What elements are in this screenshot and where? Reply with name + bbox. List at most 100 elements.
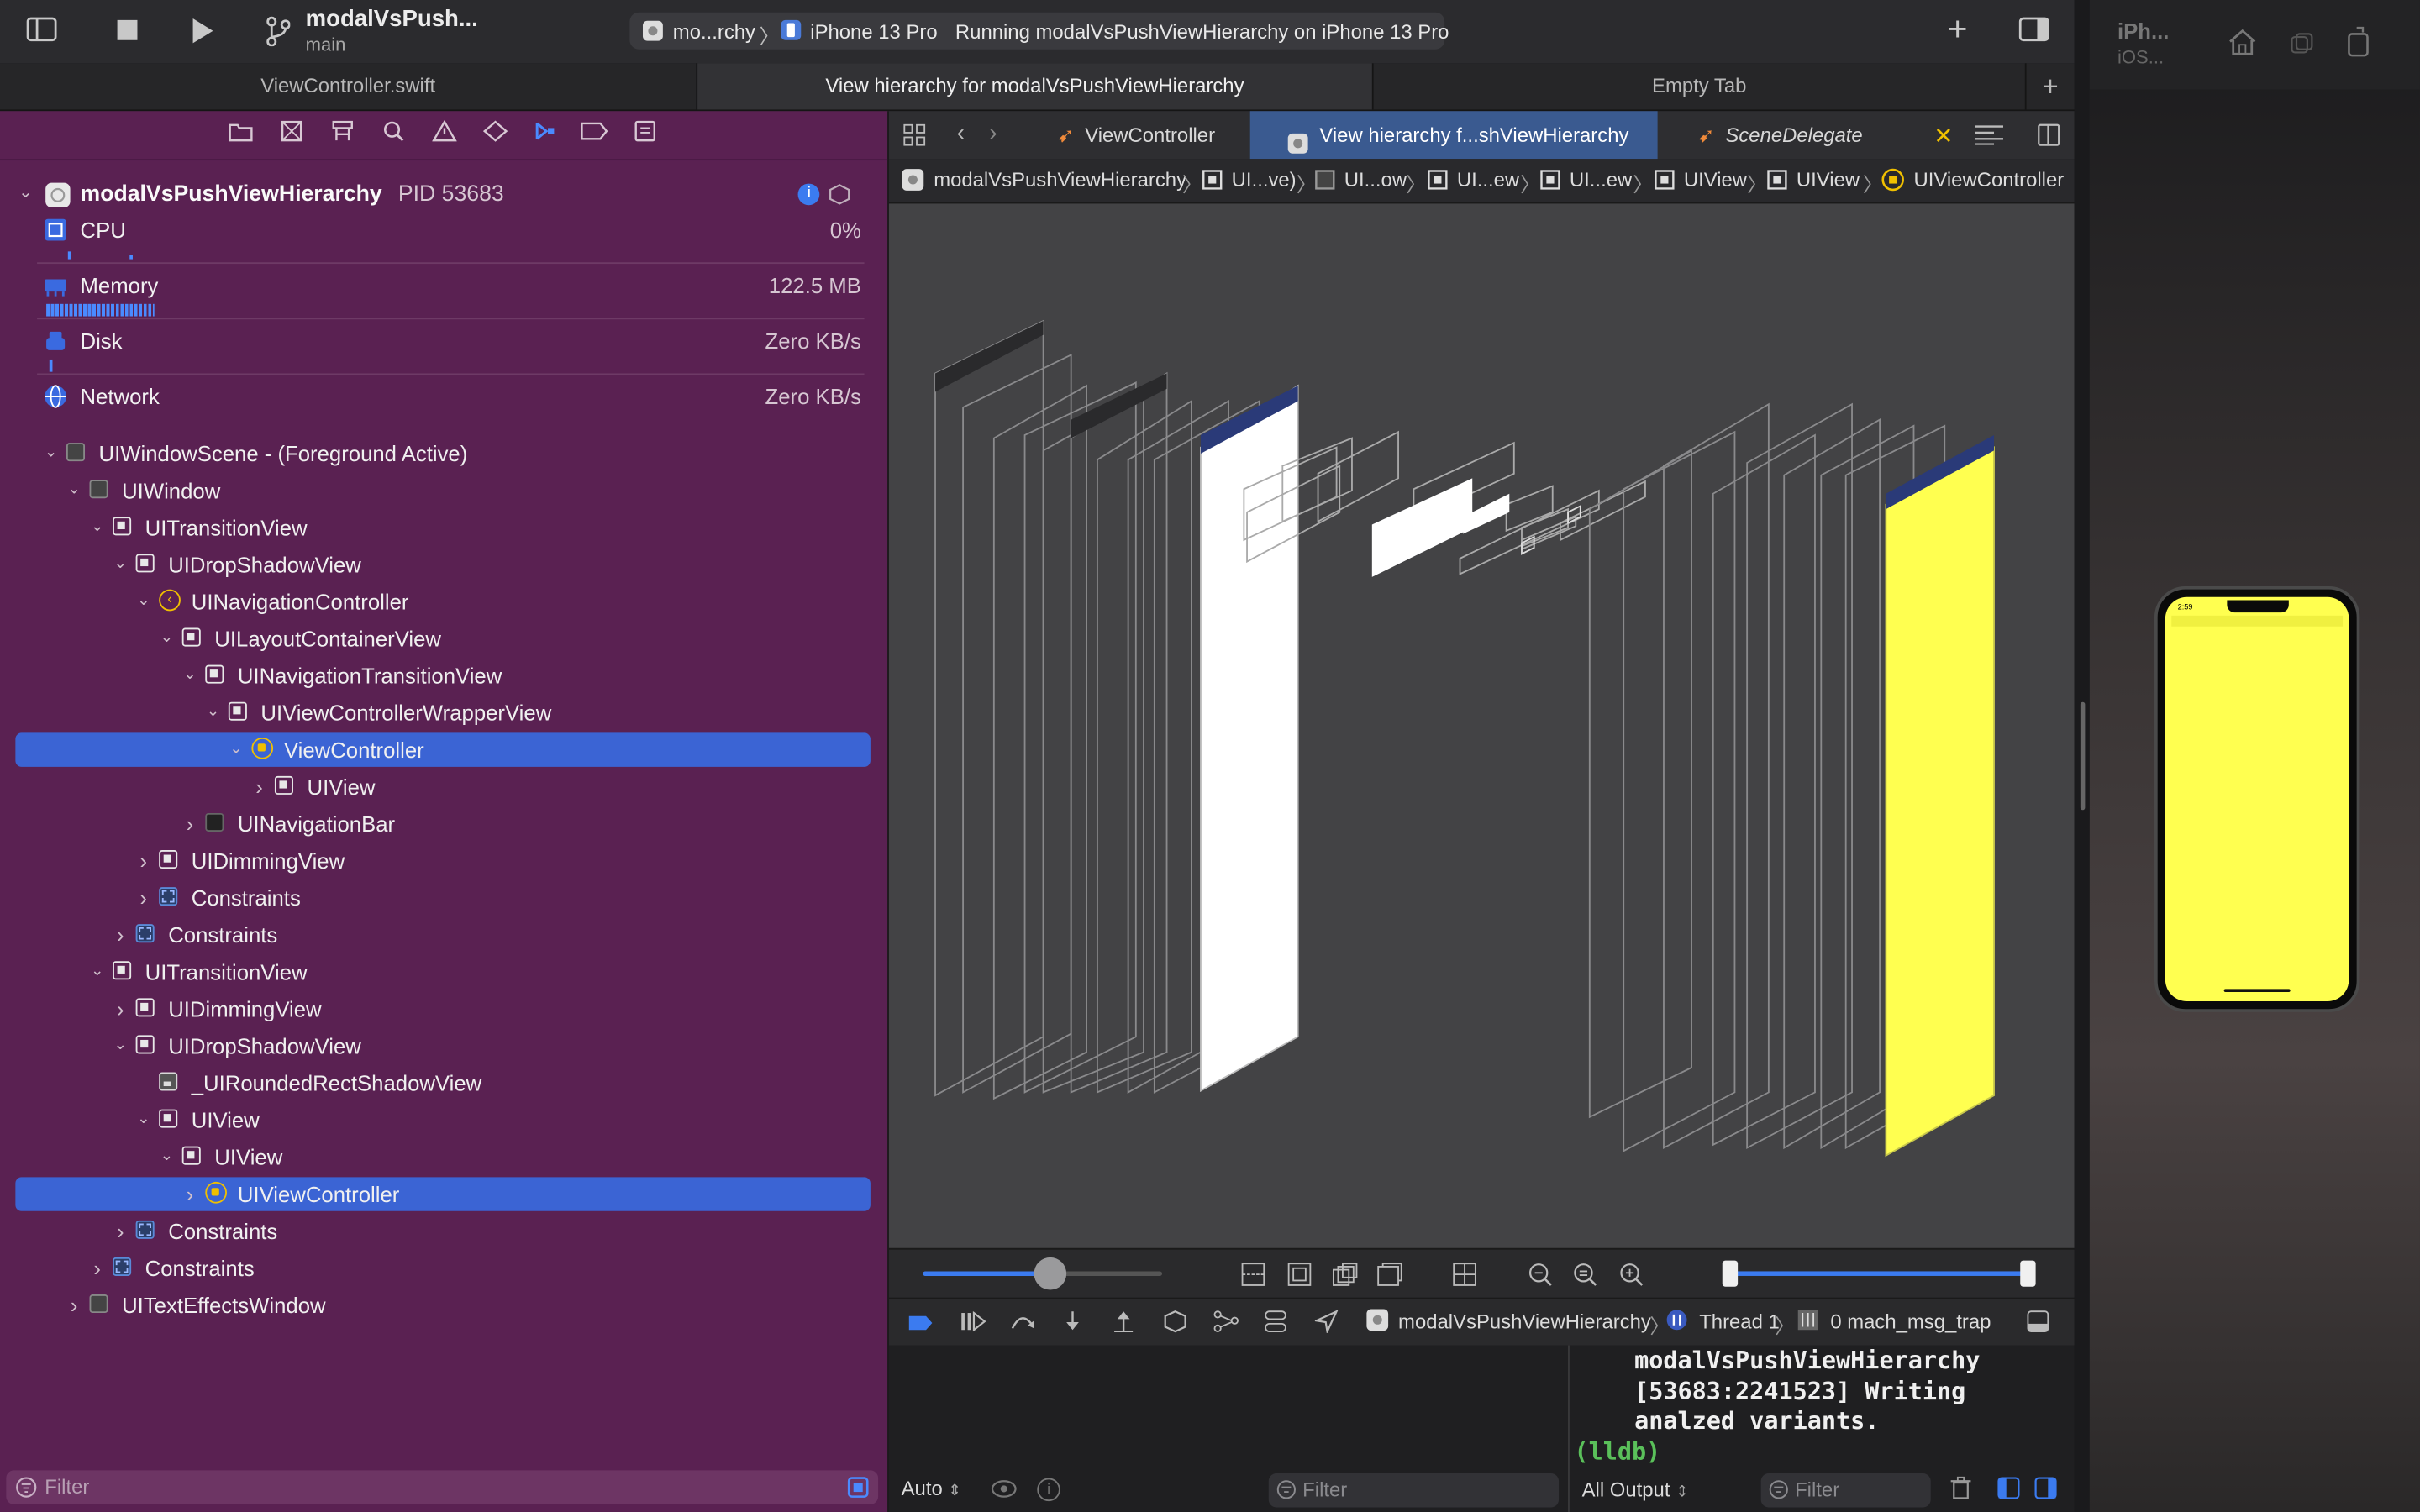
navigator-filter-field[interactable]: Filter [6, 1470, 879, 1504]
breadcrumb-item[interactable]: UIView [1684, 168, 1747, 192]
home-icon[interactable] [2227, 28, 2258, 65]
tree-row[interactable]: ⌄ UIViewControllerWrapperView [15, 696, 871, 729]
chevron-down-icon[interactable]: ⌄ [134, 1103, 153, 1137]
editor-tab-view-hierarchy[interactable]: View hierarchy f...shViewHierarchy [1249, 111, 1658, 160]
chevron-right-icon[interactable]: › [134, 844, 153, 878]
variables-filter-field[interactable]: Filter [1268, 1473, 1560, 1508]
show-clipped-icon[interactable] [1241, 1262, 1265, 1294]
editor-tab-scenedelegate[interactable]: ➹ SceneDelegate [1658, 111, 1929, 159]
breadcrumb-item[interactable]: UI...ew [1570, 168, 1632, 192]
range-slider-right-handle[interactable] [2020, 1260, 2036, 1287]
chevron-right-icon[interactable]: › [181, 807, 199, 841]
tree-row[interactable]: ⌄ UIView [15, 1140, 871, 1173]
chevron-right-icon[interactable]: › [65, 1289, 83, 1322]
stop-icon[interactable] [116, 18, 139, 51]
console-view[interactable]: modalVsPushViewHierarchy [53683:2241523]… [1569, 1345, 2075, 1512]
forward-icon[interactable]: › [989, 120, 997, 146]
zoom-in-icon[interactable] [1619, 1262, 1644, 1294]
chevron-down-icon[interactable]: ⌄ [88, 511, 107, 544]
related-items-icon[interactable] [902, 123, 926, 155]
tree-row[interactable]: ⌄ ViewController [15, 732, 871, 767]
eye-icon[interactable] [991, 1478, 1017, 1508]
chevron-right-icon[interactable]: › [111, 918, 129, 952]
device-name[interactable]: iPhone 13 Pro [810, 20, 937, 44]
tab-empty[interactable]: Empty Tab [1374, 63, 2027, 110]
breadcrumb-item[interactable]: modalVsPushViewHierarchy [934, 168, 1186, 192]
chevron-down-icon[interactable]: ⌄ [111, 1029, 129, 1063]
add-icon[interactable]: + [1948, 12, 1968, 45]
tree-row[interactable]: ⌄ UIDropShadowView [15, 548, 871, 581]
continue-icon[interactable] [960, 1310, 986, 1336]
rotate-icon[interactable] [2344, 26, 2372, 65]
hide-debug-area-icon[interactable] [2027, 1310, 2050, 1337]
tree-row[interactable]: ⌄ UIView [15, 1103, 871, 1137]
tree-row[interactable]: _UIRoundedRectShadowView [15, 1066, 871, 1100]
tree-row[interactable]: › UIViewController [15, 1177, 871, 1211]
trash-icon[interactable] [1950, 1476, 1971, 1506]
sidebar-toggle-icon[interactable] [26, 17, 57, 50]
orient-3d-icon[interactable] [1452, 1262, 1476, 1294]
breadcrumb-item[interactable]: UI...ow [1344, 168, 1407, 192]
chevron-down-icon[interactable]: ⌄ [181, 659, 199, 692]
iphone-screen[interactable]: 2:59 [2165, 596, 2349, 1002]
variables-scope-select[interactable]: Auto ⇕ [902, 1477, 961, 1500]
scheme-name[interactable]: mo...rchy [673, 20, 755, 44]
chevron-right-icon[interactable]: › [88, 1252, 107, 1285]
chevron-down-icon[interactable]: ⌄ [88, 955, 107, 989]
zoom-actual-icon[interactable] [1573, 1262, 1597, 1294]
zoom-out-icon[interactable] [1528, 1262, 1552, 1294]
show-console-icon[interactable] [2034, 1477, 2058, 1506]
breadcrumb-item[interactable]: UI...ew [1457, 168, 1519, 192]
tree-row[interactable]: › UITextEffectsWindow [15, 1289, 871, 1322]
tree-row[interactable]: › UIDimmingView [15, 844, 871, 878]
breadcrumb-item[interactable]: UIView [1797, 168, 1860, 192]
resize-handle[interactable] [2080, 701, 2086, 811]
breadcrumb-item[interactable]: UIViewController [1914, 168, 2065, 192]
chevron-right-icon[interactable]: › [111, 992, 129, 1026]
range-slider-left-handle[interactable] [1722, 1260, 1739, 1287]
run-icon[interactable] [190, 17, 214, 54]
close-tab-icon[interactable]: ✕ [1933, 122, 1953, 150]
tree-row[interactable]: › Constraints [15, 1252, 871, 1285]
environment-overrides-icon[interactable] [1264, 1310, 1287, 1337]
debug-memory-graph-icon[interactable] [1213, 1310, 1239, 1337]
tree-row[interactable]: ⌄ UIDropShadowView [15, 1029, 871, 1063]
new-tab-icon[interactable]: + [2027, 63, 2075, 109]
chevron-right-icon[interactable]: › [250, 770, 269, 804]
exploded-layers-svg[interactable] [889, 203, 2075, 1247]
range-slider-track[interactable] [1733, 1271, 2033, 1276]
editor-tab-viewcontroller[interactable]: ➹ ViewController [1042, 111, 1252, 159]
tree-row[interactable]: ⌄ UINavigationTransitionView [15, 659, 871, 692]
tree-row[interactable]: › UIView [15, 770, 871, 804]
step-into-icon[interactable] [1062, 1310, 1084, 1337]
window-divider[interactable] [2074, 0, 2090, 1512]
chevron-down-icon[interactable]: ⌄ [203, 696, 222, 729]
tab-viewcontroller-swift[interactable]: ViewController.swift [0, 63, 698, 110]
tree-row[interactable]: › UINavigationBar [15, 807, 871, 841]
console-filter-field[interactable]: Filter [1760, 1473, 1931, 1508]
tree-row[interactable]: ⌄ UITransitionView [15, 511, 871, 544]
tree-row[interactable]: ⌄ ‹ UINavigationController [15, 585, 871, 618]
view-hierarchy-canvas[interactable] [888, 203, 2075, 1248]
chevron-down-icon[interactable]: ⌄ [227, 732, 245, 766]
chevron-down-icon[interactable]: ⌄ [134, 585, 153, 618]
tree-row[interactable]: › Constraints [15, 881, 871, 915]
step-over-icon[interactable] [1009, 1310, 1035, 1336]
inspector-toggle-icon[interactable] [2018, 17, 2049, 50]
chevron-down-icon[interactable]: ⌄ [65, 474, 83, 507]
tree-row[interactable]: ⌄ UILayoutContainerView [15, 622, 871, 655]
simulate-location-icon[interactable] [1313, 1309, 1339, 1337]
debug-frame[interactable]: 0 mach_msg_trap [1830, 1310, 1991, 1333]
chevron-down-icon[interactable]: ⌄ [111, 548, 129, 581]
debug-view-hierarchy-icon[interactable] [1164, 1310, 1187, 1337]
info-icon[interactable]: i [1037, 1478, 1060, 1502]
tree-row[interactable]: ⌄ UITransitionView [15, 955, 871, 989]
tab-view-hierarchy[interactable]: View hierarchy for modalVsPushViewHierar… [697, 63, 1374, 110]
home-indicator[interactable] [2223, 989, 2291, 992]
spacing-slider-thumb[interactable] [1034, 1257, 1067, 1290]
change-canvas-icon[interactable] [1376, 1262, 1402, 1294]
chevron-right-icon[interactable]: › [181, 1177, 199, 1210]
chevron-down-icon[interactable]: ⌄ [42, 437, 60, 470]
chevron-right-icon[interactable]: › [111, 1214, 129, 1247]
breadcrumb-item[interactable]: UI...ve) [1232, 168, 1297, 192]
